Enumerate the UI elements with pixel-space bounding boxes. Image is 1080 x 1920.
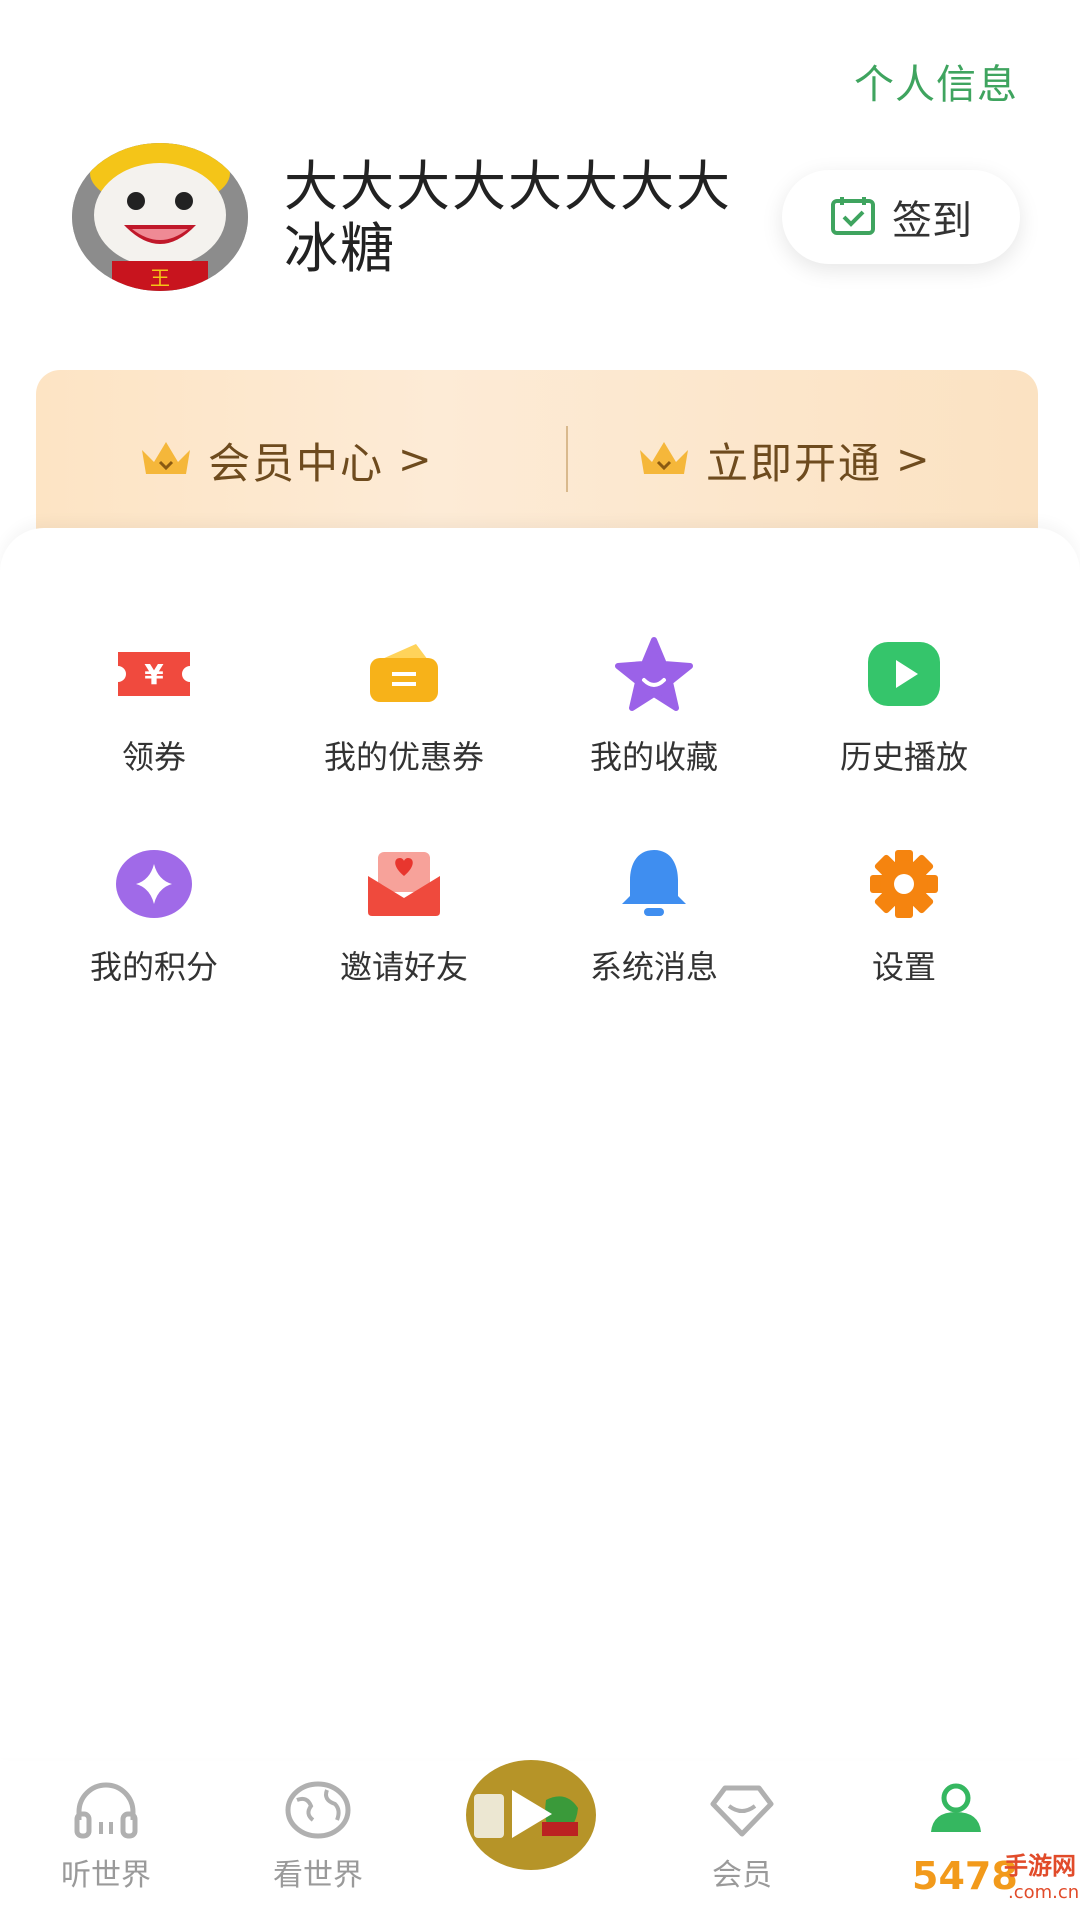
coupon-ticket-icon: ¥	[112, 636, 196, 712]
tab-member[interactable]: 会员	[642, 1770, 842, 1894]
diamond-icon	[642, 1780, 842, 1844]
watermark-text: 手游网	[1004, 1852, 1076, 1880]
member-center-link[interactable]: 会员中心 >	[138, 430, 432, 490]
watermark-sub: .com.cn	[1008, 1882, 1080, 1903]
headphones-icon	[6, 1780, 206, 1844]
checkin-label: 签到	[892, 198, 972, 244]
globe-icon	[218, 1780, 418, 1844]
tab-label: 会员	[712, 1858, 772, 1893]
chevron-right-icon: >	[896, 437, 930, 483]
grid-item-play-history[interactable]: 历史播放	[774, 636, 1034, 778]
chevron-right-icon: >	[398, 437, 432, 483]
crown-icon	[138, 438, 194, 482]
crown-icon	[636, 438, 692, 482]
tab-label: 听世界	[61, 1858, 151, 1893]
svg-text:¥: ¥	[144, 658, 164, 691]
personal-info-link[interactable]: 个人信息	[854, 52, 1018, 110]
grid-item-points[interactable]: 我的积分	[24, 846, 284, 988]
tab-listen-world[interactable]: 听世界	[6, 1770, 206, 1894]
grid-item-label: 设置	[871, 948, 936, 986]
play-history-icon	[862, 636, 946, 712]
grid-item-settings[interactable]: 设置	[774, 846, 1034, 988]
bell-icon	[612, 846, 696, 922]
svg-text:王: 王	[150, 266, 170, 290]
checkin-button[interactable]: 签到	[782, 170, 1020, 264]
grid-item-my-coupons[interactable]: 我的优惠券	[274, 636, 534, 778]
gear-icon	[862, 846, 946, 922]
points-diamond-icon	[112, 846, 196, 922]
person-icon	[856, 1780, 1056, 1844]
center-play-button[interactable]	[466, 1760, 596, 1870]
calendar-check-icon	[830, 195, 876, 239]
grid-item-label: 邀请好友	[339, 948, 468, 986]
grid-item-label: 我的积分	[89, 948, 218, 986]
grid-item-label: 系统消息	[589, 948, 718, 986]
watermark-number: 5478	[912, 1854, 1018, 1898]
main-panel: ¥ 领券 我的优惠券 我的收藏 历史播放 我的积分 邀请好友 系统消息 设置	[0, 528, 1080, 1758]
grid-item-invite-friends[interactable]: 邀请好友	[274, 846, 534, 988]
username: 大大大大大大大大冰糖	[284, 155, 732, 280]
grid-item-label: 历史播放	[839, 738, 968, 776]
watermark-logo: 5478 手游网 .com.cn	[912, 1840, 1080, 1920]
member-center-label: 会员中心	[208, 438, 385, 488]
activate-now-label: 立即开通	[706, 438, 883, 488]
wallet-coupon-icon	[362, 636, 446, 712]
grid-item-favorites[interactable]: 我的收藏	[524, 636, 784, 778]
play-icon	[512, 1790, 552, 1838]
grid-item-coupon[interactable]: ¥ 领券	[24, 636, 284, 778]
vip-divider	[566, 426, 568, 492]
avatar[interactable]: 王	[72, 143, 248, 291]
grid-item-label: 我的优惠券	[323, 738, 484, 776]
tab-profile[interactable]	[856, 1770, 1056, 1844]
invite-envelope-icon	[362, 846, 446, 922]
star-icon	[612, 636, 696, 712]
grid-item-label: 领券	[121, 738, 186, 776]
grid-item-label: 我的收藏	[589, 738, 718, 776]
grid-item-system-messages[interactable]: 系统消息	[524, 846, 784, 988]
activate-now-link[interactable]: 立即开通 >	[636, 430, 930, 490]
tab-label: 看世界	[273, 1858, 363, 1893]
tab-watch-world[interactable]: 看世界	[218, 1770, 418, 1894]
